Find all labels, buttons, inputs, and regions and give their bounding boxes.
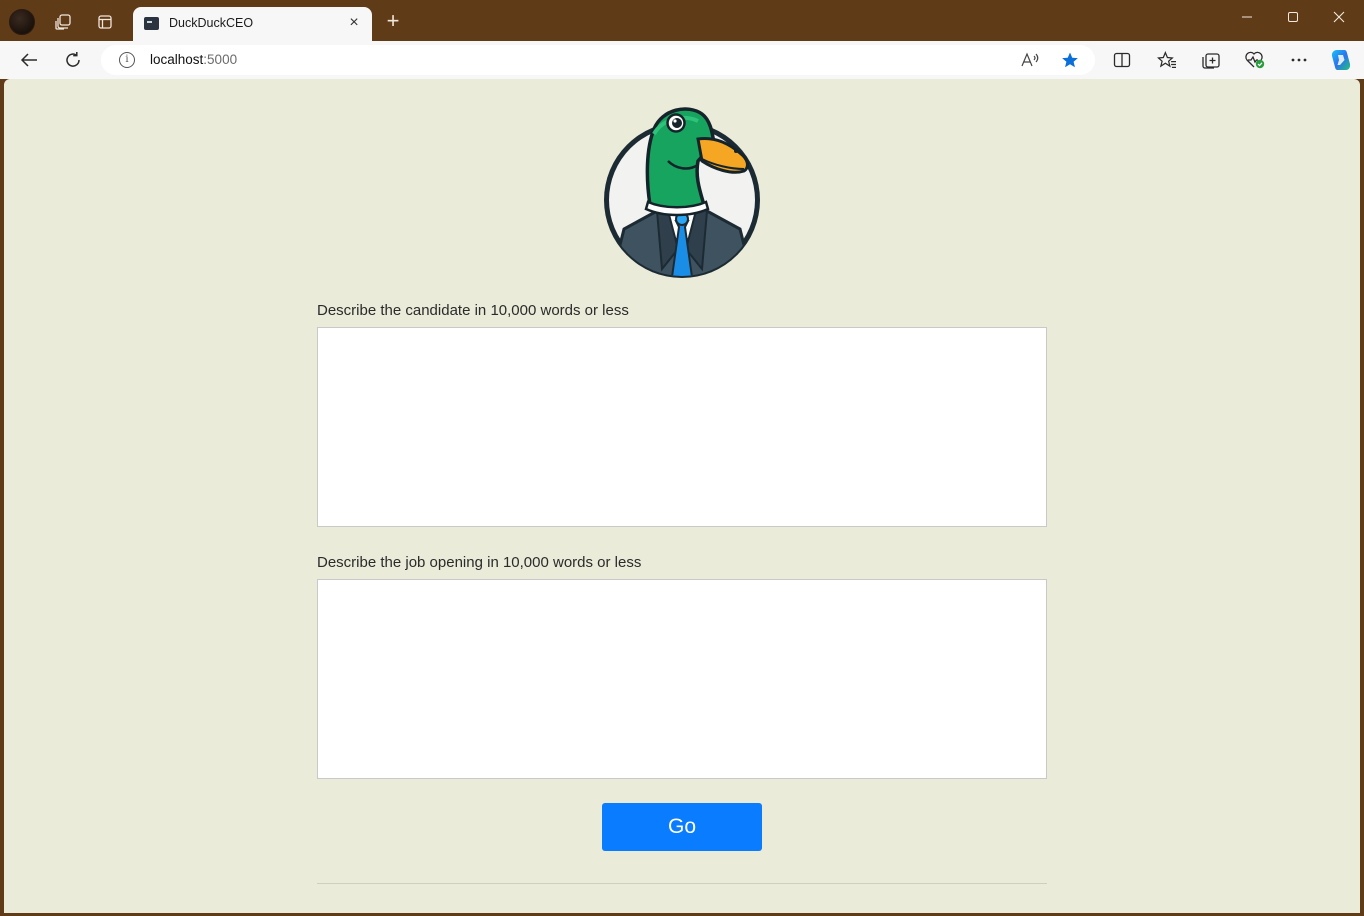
divider	[317, 883, 1047, 884]
url-host: localhost	[150, 52, 204, 67]
read-aloud-icon[interactable]	[1019, 49, 1041, 71]
url-text[interactable]: localhost:5000	[150, 52, 237, 67]
terminal-icon	[144, 17, 159, 30]
star-filled-icon[interactable]	[1059, 49, 1081, 71]
job-opening-description-input[interactable]	[317, 579, 1047, 779]
info-icon[interactable]: i	[119, 52, 135, 68]
copilot-icon[interactable]	[1328, 48, 1354, 72]
maximize-button[interactable]	[1270, 7, 1316, 29]
browser-essentials-icon[interactable]	[1243, 49, 1267, 71]
candidate-label: Describe the candidate in 10,000 words o…	[317, 302, 629, 319]
refresh-icon[interactable]	[59, 47, 87, 73]
go-button[interactable]: Go	[602, 803, 762, 851]
minimize-button[interactable]	[1224, 7, 1270, 29]
job-opening-label: Describe the job opening in 10,000 words…	[317, 554, 642, 571]
favorites-icon[interactable]	[1155, 49, 1179, 71]
browser-toolbar: i localhost:5000	[0, 41, 1364, 79]
tab-actions-icon[interactable]	[91, 8, 119, 36]
url-port: :5000	[203, 52, 238, 67]
duck-ceo-logo	[602, 99, 764, 281]
back-arrow-icon[interactable]	[15, 47, 43, 73]
candidate-description-input[interactable]	[317, 327, 1047, 527]
profile-avatar-icon[interactable]	[9, 9, 35, 35]
close-window-button[interactable]	[1316, 7, 1362, 29]
tab-title: DuckDuckCEO	[169, 16, 254, 30]
address-bar[interactable]: i localhost:5000	[101, 45, 1095, 75]
split-screen-icon[interactable]	[1110, 49, 1134, 71]
browser-title-bar: DuckDuckCEO × +	[0, 0, 1364, 41]
close-tab-icon[interactable]: ×	[345, 14, 363, 32]
more-icon[interactable]	[1287, 49, 1311, 71]
tab-duckduckceo[interactable]: DuckDuckCEO ×	[133, 7, 372, 41]
new-tab-button[interactable]: +	[381, 10, 405, 34]
workspaces-icon[interactable]	[49, 8, 77, 36]
page-content: Describe the candidate in 10,000 words o…	[4, 79, 1360, 913]
collections-icon[interactable]	[1199, 49, 1223, 71]
